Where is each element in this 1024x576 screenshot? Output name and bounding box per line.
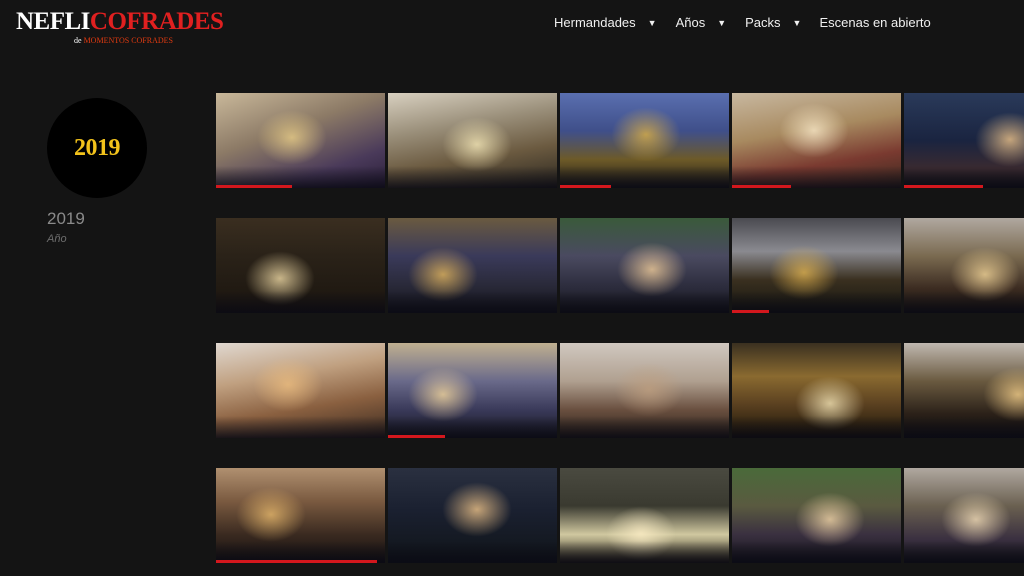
thumbnail-shade <box>216 416 385 438</box>
thumbnail-shade <box>216 291 385 313</box>
year-subtitle: Año <box>47 233 67 245</box>
thumbnail-shade <box>388 166 557 188</box>
nav-item-label: Hermandades <box>554 15 636 30</box>
video-thumbnail[interactable] <box>388 93 557 188</box>
year-badge: 2019 <box>47 98 147 198</box>
thumbnail-shade <box>904 541 1024 563</box>
logo-wordmark: NEFLICOFRADES <box>16 8 224 36</box>
video-thumbnail[interactable] <box>216 343 385 438</box>
logo-part-1: NEFLI <box>16 8 90 35</box>
watch-progress-bar <box>560 185 611 188</box>
nav-item-label: Packs <box>745 15 781 30</box>
video-thumbnail[interactable] <box>560 343 729 438</box>
video-thumbnail[interactable] <box>216 218 385 313</box>
thumbnail-highlight <box>779 102 850 158</box>
thumbnail-highlight <box>617 241 688 297</box>
video-thumbnail[interactable] <box>216 468 385 563</box>
thumbnail-row <box>216 468 1024 563</box>
thumbnail-row <box>216 343 1024 438</box>
thumbnail-highlight <box>256 110 327 166</box>
video-thumbnail[interactable] <box>904 93 1024 188</box>
logo-subtitle: de MOMENTOS COFRADES <box>74 36 173 45</box>
thumbnail-shade <box>388 541 557 563</box>
watch-progress-bar <box>216 560 377 563</box>
video-thumbnail[interactable] <box>560 93 729 188</box>
watch-progress-bar <box>732 310 770 313</box>
watch-progress-bar <box>388 435 446 438</box>
nav-item-hermandades[interactable]: Hermandades ▼ <box>554 15 657 30</box>
video-thumbnail[interactable] <box>904 468 1024 563</box>
thumbnail-highlight <box>253 357 324 413</box>
watch-progress-bar <box>732 185 792 188</box>
video-thumbnail[interactable] <box>388 468 557 563</box>
video-thumbnail[interactable] <box>904 343 1024 438</box>
nav-item-label: Años <box>675 15 706 30</box>
thumbnail-shade <box>560 541 729 563</box>
thumbnail-row <box>216 93 1024 188</box>
video-thumbnail[interactable] <box>732 93 901 188</box>
thumbnail-highlight <box>974 112 1024 167</box>
nav-item-anos[interactable]: Años ▼ <box>676 15 727 30</box>
video-thumbnail[interactable] <box>904 218 1024 313</box>
thumbnail-shade <box>560 416 729 438</box>
logo-sub-brand: MOMENTOS COFRADES <box>83 36 173 45</box>
thumbnail-shade <box>904 416 1024 438</box>
thumbnail-shade <box>388 291 557 313</box>
thumbnail-highlight <box>442 482 513 538</box>
nav-item-label: Escenas en abierto <box>819 15 931 30</box>
watch-progress-bar <box>904 185 984 188</box>
thumbnail-shade <box>732 541 901 563</box>
logo-sub-prefix: de <box>74 36 82 45</box>
thumbnail-shade <box>732 416 901 438</box>
video-thumbnail[interactable] <box>560 218 729 313</box>
video-thumbnail[interactable] <box>388 218 557 313</box>
thumbnail-highlight <box>614 362 685 417</box>
site-logo[interactable]: NEFLICOFRADES de MOMENTOS COFRADES <box>16 8 224 48</box>
video-thumbnail[interactable] <box>560 468 729 563</box>
thumbnail-shade <box>560 291 729 313</box>
logo-part-2: COFRADES <box>89 8 224 35</box>
nav-item-packs[interactable]: Packs ▼ <box>745 15 801 30</box>
video-thumbnail[interactable] <box>388 343 557 438</box>
thumbnail-highlight <box>941 491 1012 547</box>
thumbnail-highlight <box>610 107 681 163</box>
watch-progress-bar <box>216 185 293 188</box>
main-nav: Hermandades ▼ Años ▼ Packs ▼ Escenas en … <box>554 15 931 30</box>
thumbnail-row <box>216 218 1024 313</box>
thumbnail-highlight <box>983 366 1024 422</box>
video-thumbnail[interactable] <box>732 218 901 313</box>
thumbnail-highlight <box>794 491 865 547</box>
video-thumbnail[interactable] <box>732 468 901 563</box>
caret-down-icon: ▼ <box>792 18 802 28</box>
video-thumbnail[interactable] <box>732 343 901 438</box>
year-title: 2019 <box>47 209 85 228</box>
thumbnail-highlight <box>442 116 513 172</box>
thumbnail-highlight <box>236 487 307 542</box>
thumbnail-shade <box>904 291 1024 313</box>
caret-down-icon: ▼ <box>717 18 727 28</box>
caret-down-icon: ▼ <box>647 18 657 28</box>
video-thumbnail[interactable] <box>216 93 385 188</box>
year-badge-label: 2019 <box>74 134 121 161</box>
thumbnail-highlight <box>408 366 479 422</box>
nav-item-escenas-en-abierto[interactable]: Escenas en abierto <box>819 15 930 30</box>
